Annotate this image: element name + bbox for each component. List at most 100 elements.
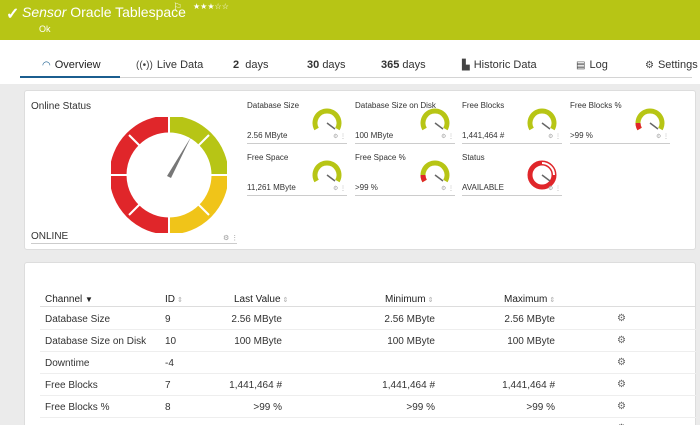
cell-maximum: 2.56 MByte: [504, 314, 555, 325]
gauge-divider: [355, 195, 455, 196]
tab-log[interactable]: ▤ Log: [576, 59, 608, 71]
tab-30-days[interactable]: 30 days: [307, 59, 346, 71]
channel-settings-icon[interactable]: ⚙: [617, 335, 626, 346]
gauge-value: 100 MByte: [355, 131, 394, 140]
col-header-maximum[interactable]: Maximum ⇕: [504, 294, 555, 305]
cell-channel[interactable]: Database Size: [45, 314, 110, 325]
table-row[interactable]: Free Blocks 7 1,441,464 # 1,441,464 # 1,441,…: [40, 374, 696, 396]
flag-icon[interactable]: ⚐: [173, 2, 182, 13]
cell-channel[interactable]: Free Blocks %: [45, 402, 109, 413]
sort-icon: ⇕: [282, 297, 289, 304]
gauge-options-icon[interactable]: ⚙ ⋮: [333, 133, 346, 140]
gauge-label: Free Blocks: [462, 101, 505, 110]
table-row[interactable]: Database Size 9 2.56 MByte 2.56 MByte 2.56 M…: [40, 308, 696, 330]
online-status-gauge: [111, 117, 227, 233]
gauge-divider: [247, 195, 347, 196]
gauge-label: Free Blocks %: [570, 101, 622, 110]
gauge-segment-green: [168, 117, 227, 176]
tab-2-days[interactable]: 2 days: [233, 59, 269, 71]
sensor-status: Ok: [39, 24, 51, 34]
cell-last-value: 100 MByte: [234, 336, 282, 347]
gauge-segment-yellow: [168, 174, 227, 233]
channel-settings-icon[interactable]: ⚙: [617, 313, 626, 324]
checkmark-icon: ✓: [6, 6, 20, 23]
sort-icon: ⇕: [427, 297, 434, 304]
gauge-options-icon[interactable]: ⚙ ⋮: [441, 185, 454, 192]
table-row[interactable]: Free Blocks % 8 >99 % >99 % >99 % ⚙: [40, 396, 696, 418]
cell-id: 7: [165, 380, 171, 391]
gauge-database-size-on-disk[interactable]: Database Size on Disk 100 MByte ⚙ ⋮: [355, 101, 460, 151]
overview-panel: Online Status ONLINE ⚙ ⋮ Database Size 2.…: [24, 90, 696, 250]
cell-channel[interactable]: Free Blocks: [45, 380, 98, 391]
cell-last-value: 1,441,464 #: [229, 380, 282, 391]
cell-id: 10: [165, 336, 177, 347]
gauge-label: Status: [462, 153, 485, 162]
cell-last-value: 2.56 MByte: [231, 314, 282, 325]
gauge-free-space[interactable]: Free Space % >99 % ⚙ ⋮: [355, 153, 460, 203]
gauge-value: 11,261 MByte: [247, 183, 296, 192]
tab-divider: [20, 77, 692, 78]
sensor-header: ✓ Sensor Oracle Tablespace ⚐ ★★★☆☆ Ok: [0, 0, 700, 40]
table-row[interactable]: Downtime -4 ⚙: [40, 352, 696, 374]
online-divider: [31, 243, 237, 244]
gauge-divider: [247, 143, 347, 144]
broadcast-icon: ((•)): [136, 60, 153, 71]
sort-icon: ⇕: [549, 297, 556, 304]
gauge-free-blocks[interactable]: Free Blocks 1,441,464 # ⚙ ⋮: [462, 101, 567, 151]
cell-last-value: >99 %: [253, 402, 282, 413]
gauge-label: Database Size: [247, 101, 300, 110]
gauge-needle: [167, 137, 191, 178]
table-row[interactable]: Database Size on Disk 10 100 MByte 100 MByt…: [40, 330, 696, 352]
gauge-icon: ◠: [42, 60, 51, 71]
col-header-channel[interactable]: Channel ▼: [45, 294, 93, 305]
online-status-value: ONLINE: [31, 231, 69, 242]
tab-365-days[interactable]: 365 days: [381, 59, 426, 71]
col-header-id[interactable]: ID ⇕: [165, 294, 183, 305]
gauge-options-icon[interactable]: ⚙ ⋮: [548, 133, 561, 140]
gauge-value: 1,441,464 #: [462, 131, 505, 140]
tab-live-data[interactable]: ((•)) Live Data: [136, 59, 203, 71]
col-header-last-value[interactable]: Last Value ⇕: [234, 294, 288, 305]
tab-overview[interactable]: ◠ Overview: [42, 59, 101, 71]
gauge-options-icon[interactable]: ⚙ ⋮: [333, 185, 346, 192]
priority-stars[interactable]: ★★★☆☆: [193, 2, 229, 11]
gauge-label: Free Space %: [355, 153, 406, 162]
chart-icon: ▙: [462, 60, 470, 71]
gauge-options-icon[interactable]: ⚙ ⋮: [441, 133, 454, 140]
cell-maximum: 1,441,464 #: [502, 380, 555, 391]
channel-settings-icon[interactable]: ⚙: [617, 401, 626, 412]
gauge-options-icon[interactable]: ⚙ ⋮: [656, 133, 669, 140]
tab-historic-data[interactable]: ▙ Historic Data: [462, 59, 537, 71]
cell-id: -4: [165, 358, 174, 369]
channel-settings-icon[interactable]: ⚙: [617, 379, 626, 390]
online-status-label: Online Status: [31, 101, 92, 112]
cell-channel[interactable]: Downtime: [45, 358, 89, 369]
list-icon: ▤: [576, 60, 586, 71]
sensor-name: Oracle Tablespace: [70, 4, 186, 20]
gauge-database-size[interactable]: Database Size 2.56 MByte ⚙ ⋮: [247, 101, 352, 151]
channel-settings-icon[interactable]: ⚙: [617, 357, 626, 368]
gauge-value: 2.56 MByte: [247, 131, 288, 140]
sort-icon: ⇕: [177, 297, 183, 304]
gauge-free-space[interactable]: Free Space 11,261 MByte ⚙ ⋮: [247, 153, 352, 203]
gauge-value: >99 %: [355, 183, 378, 192]
cell-minimum: >99 %: [406, 402, 435, 413]
cell-channel[interactable]: Database Size on Disk: [45, 336, 146, 347]
gauge-free-blocks[interactable]: Free Blocks % >99 % ⚙ ⋮: [570, 101, 675, 151]
gauge-options-icon[interactable]: ⚙ ⋮: [548, 185, 561, 192]
cell-minimum: 1,441,464 #: [382, 380, 435, 391]
gauge-status[interactable]: Status AVAILABLE ⚙ ⋮: [462, 153, 567, 203]
gauge-options-icon[interactable]: ⚙ ⋮: [223, 234, 238, 242]
gauge-value: >99 %: [570, 131, 593, 140]
col-header-minimum[interactable]: Minimum ⇕: [385, 294, 433, 305]
sensor-title: Sensor Oracle Tablespace: [22, 4, 186, 20]
table-row[interactable]: Free Space511,261 MByte11,261 MByte11,26…: [40, 418, 696, 425]
tab-settings[interactable]: ⚙ Settings: [645, 59, 698, 71]
cell-maximum: 100 MByte: [507, 336, 555, 347]
cell-minimum: 2.56 MByte: [384, 314, 435, 325]
gauge-divider: [462, 195, 562, 196]
cell-maximum: >99 %: [526, 402, 555, 413]
gauge-label: Free Space: [247, 153, 289, 162]
header-divider: [40, 306, 696, 307]
cell-id: 8: [165, 402, 171, 413]
